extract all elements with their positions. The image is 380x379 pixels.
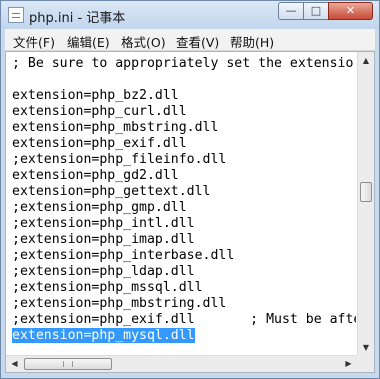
title-bar[interactable]: php.ini - 记事本 — □ ✕ — [1, 1, 379, 29]
text-line-content: ;extension=php_imap.dll — [12, 232, 195, 247]
text-line[interactable]: ;extension=php_imap.dll — [12, 232, 356, 248]
text-line[interactable]: extension=php_bz2.dll — [12, 88, 356, 104]
close-button[interactable]: ✕ — [328, 2, 373, 20]
menu-format[interactable]: 格式(O) — [121, 32, 166, 51]
scroll-right-arrow-icon[interactable]: ▶ — [340, 356, 357, 372]
text-line[interactable] — [12, 72, 356, 88]
text-line-content: ;extension=php_mssql.dll — [12, 280, 203, 295]
scroll-down-arrow-icon[interactable]: ▼ — [358, 339, 374, 356]
notepad-window: php.ini - 记事本 — □ ✕ 文件(F) 编辑(E) 格式(O) 查看… — [0, 0, 380, 379]
vertical-scroll-thumb[interactable] — [360, 182, 372, 202]
scrollbar-corner — [357, 355, 374, 372]
menu-view[interactable]: 查看(V) — [176, 32, 219, 51]
text-line[interactable]: extension=php_gd2.dll — [12, 168, 356, 184]
text-line[interactable]: ; Be sure to appropriately set the exten… — [12, 56, 356, 72]
window-title: php.ini - 记事本 — [29, 11, 126, 26]
text-editor[interactable]: ; Be sure to appropriately set the exten… — [5, 51, 375, 373]
text-line[interactable]: ;extension=php_mbstring.dll — [12, 296, 356, 312]
horizontal-scrollbar[interactable]: ◀ ▶ — [6, 355, 357, 372]
minimize-button[interactable]: — — [278, 2, 304, 20]
text-line[interactable]: ;extension=php_exif.dll ; Must be afte — [12, 312, 356, 328]
text-line[interactable]: extension=php_curl.dll — [12, 104, 356, 120]
text-line-content: extension=php_bz2.dll — [12, 88, 179, 103]
text-line-content: ;extension=php_interbase.dll — [12, 248, 235, 263]
menu-bar: 文件(F) 编辑(E) 格式(O) 查看(V) 帮助(H) — [5, 29, 375, 51]
menu-file[interactable]: 文件(F) — [13, 32, 55, 51]
scroll-up-arrow-icon[interactable]: ▲ — [358, 52, 374, 69]
text-content[interactable]: ; Be sure to appropriately set the exten… — [12, 56, 356, 349]
text-line[interactable]: extension=php_mbstring.dll — [12, 120, 356, 136]
text-line[interactable]: extension=php_gettext.dll — [12, 184, 356, 200]
text-line-content: ;extension=php_ldap.dll — [12, 264, 195, 279]
text-line[interactable]: ;extension=php_fileinfo.dll — [12, 152, 356, 168]
notepad-icon — [8, 7, 24, 23]
text-line[interactable]: ;extension=php_interbase.dll — [12, 248, 356, 264]
scroll-left-arrow-icon[interactable]: ◀ — [6, 356, 23, 372]
horizontal-scroll-thumb[interactable] — [24, 358, 112, 370]
selected-text-line[interactable]: extension=php_mysql.dll — [12, 328, 356, 344]
text-line[interactable]: ;extension=php_intl.dll — [12, 216, 356, 232]
vertical-scrollbar[interactable]: ▲ ▼ — [357, 52, 374, 356]
text-line[interactable]: ;extension=php_ldap.dll — [12, 264, 356, 280]
text-line[interactable]: extension=php_exif.dll — [12, 136, 356, 152]
text-line-content: extension=php_exif.dll — [12, 136, 187, 151]
text-line[interactable]: ;extension=php_mssql.dll — [12, 280, 356, 296]
menu-edit[interactable]: 编辑(E) — [67, 32, 110, 51]
text-line-content: extension=php_gettext.dll — [12, 184, 211, 199]
menu-help[interactable]: 帮助(H) — [230, 32, 274, 51]
text-line-content: ;extension=php_exif.dll ; Must be afte — [12, 312, 356, 327]
text-line-content: ;extension=php_mbstring.dll — [12, 296, 227, 311]
text-line-content: extension=php_gd2.dll — [12, 168, 179, 183]
text-line-content: extension=php_curl.dll — [12, 104, 187, 119]
text-line[interactable]: ;extension=php_gmp.dll — [12, 200, 356, 216]
text-line-content: ; Be sure to appropriately set the exten… — [12, 56, 354, 71]
text-line-content: extension=php_mysql.dll — [12, 328, 195, 343]
text-line-content: extension=php_mbstring.dll — [12, 120, 219, 135]
text-line-content: ;extension=php_fileinfo.dll — [12, 152, 227, 167]
maximize-button[interactable]: □ — [303, 2, 329, 20]
text-line-content: ;extension=php_gmp.dll — [12, 200, 187, 215]
text-line-content: ;extension=php_intl.dll — [12, 216, 195, 231]
